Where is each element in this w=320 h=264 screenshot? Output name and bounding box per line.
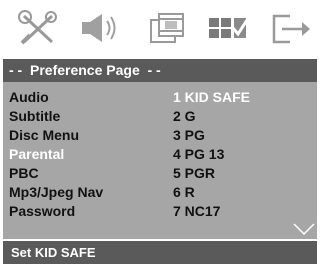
general-setup-icon[interactable] xyxy=(16,8,60,48)
video-setup-icon[interactable] xyxy=(145,8,189,48)
menu-row-pbc[interactable]: PBC 5 PGR xyxy=(3,164,317,183)
menu-item-disc-menu[interactable]: Disc Menu xyxy=(9,126,79,145)
menu-item-parental[interactable]: Parental xyxy=(9,145,64,164)
menu-row-mp3-jpeg-nav[interactable]: Mp3/Jpeg Nav 6 R xyxy=(3,183,317,202)
menu-row-subtitle[interactable]: Subtitle 2 G xyxy=(3,107,317,126)
status-bar: Set KID SAFE xyxy=(3,241,317,264)
option-r[interactable]: 6 R xyxy=(173,183,195,202)
menu-item-audio[interactable]: Audio xyxy=(9,88,49,107)
exit-icon[interactable] xyxy=(268,8,312,48)
preference-setup-icon[interactable] xyxy=(207,8,251,48)
menu-item-subtitle[interactable]: Subtitle xyxy=(9,107,60,126)
option-kid-safe[interactable]: 1 KID SAFE xyxy=(173,88,250,107)
menu-row-parental[interactable]: Parental 4 PG 13 xyxy=(3,145,317,164)
option-pg-13[interactable]: 4 PG 13 xyxy=(173,145,224,164)
menu-row-password[interactable]: Password 7 NC17 xyxy=(3,202,317,221)
menu-row-audio[interactable]: Audio 1 KID SAFE xyxy=(3,88,317,107)
page-title: - - Preference Page - - xyxy=(3,59,317,82)
scroll-down-icon[interactable] xyxy=(293,222,315,236)
option-g[interactable]: 2 G xyxy=(173,107,196,126)
option-nc17[interactable]: 7 NC17 xyxy=(173,202,220,221)
menu-item-mp3-jpeg-nav[interactable]: Mp3/Jpeg Nav xyxy=(9,183,103,202)
audio-setup-icon[interactable] xyxy=(78,8,122,48)
preference-menu: Audio 1 KID SAFE Subtitle 2 G Disc Menu … xyxy=(3,82,317,239)
setup-screen: - - Preference Page - - Audio 1 KID SAFE… xyxy=(0,0,320,264)
menu-row-disc-menu[interactable]: Disc Menu 3 PG xyxy=(3,126,317,145)
menu-item-password[interactable]: Password xyxy=(9,202,75,221)
setup-icon-bar xyxy=(0,0,320,58)
menu-item-pbc[interactable]: PBC xyxy=(9,164,39,183)
option-pgr[interactable]: 5 PGR xyxy=(173,164,215,183)
option-pg[interactable]: 3 PG xyxy=(173,126,205,145)
